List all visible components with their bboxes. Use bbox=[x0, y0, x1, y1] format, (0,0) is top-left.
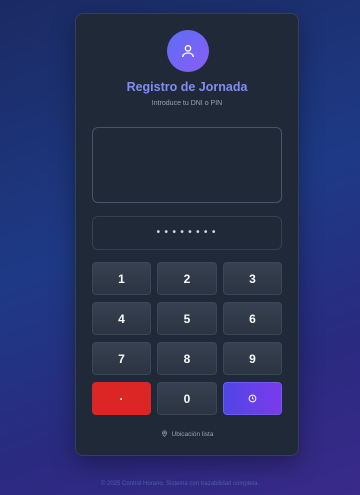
footer-copyright: © 2025 Control Horario. Sistema con traz… bbox=[100, 481, 260, 487]
key-8[interactable]: 8 bbox=[157, 342, 217, 375]
location-status: Ubicación lista bbox=[76, 430, 298, 439]
location-pin-icon bbox=[161, 430, 168, 439]
key-6[interactable]: 6 bbox=[223, 302, 282, 335]
key-1[interactable]: 1 bbox=[92, 262, 151, 295]
submit-button[interactable] bbox=[223, 382, 282, 415]
page-subtitle: Introduce tu DNI o PIN bbox=[151, 100, 223, 107]
key-4[interactable]: 4 bbox=[92, 302, 151, 335]
clear-button[interactable]: · bbox=[92, 382, 151, 415]
pin-input[interactable]: •••••••• bbox=[92, 216, 282, 250]
page-title: Registro de Jornada bbox=[126, 80, 248, 94]
clock-icon bbox=[248, 392, 257, 406]
numeric-keypad: 1 2 3 4 5 6 7 8 9 · 0 bbox=[92, 262, 282, 415]
key-3[interactable]: 3 bbox=[223, 262, 282, 295]
location-status-text: Ubicación lista bbox=[171, 431, 214, 438]
key-7[interactable]: 7 bbox=[92, 342, 151, 375]
key-5[interactable]: 5 bbox=[157, 302, 217, 335]
user-icon bbox=[167, 30, 209, 72]
key-0[interactable]: 0 bbox=[157, 382, 217, 415]
id-display-area[interactable] bbox=[92, 127, 282, 203]
key-2[interactable]: 2 bbox=[157, 262, 217, 295]
login-card: Registro de Jornada Introduce tu DNI o P… bbox=[75, 13, 299, 456]
key-9[interactable]: 9 bbox=[223, 342, 282, 375]
